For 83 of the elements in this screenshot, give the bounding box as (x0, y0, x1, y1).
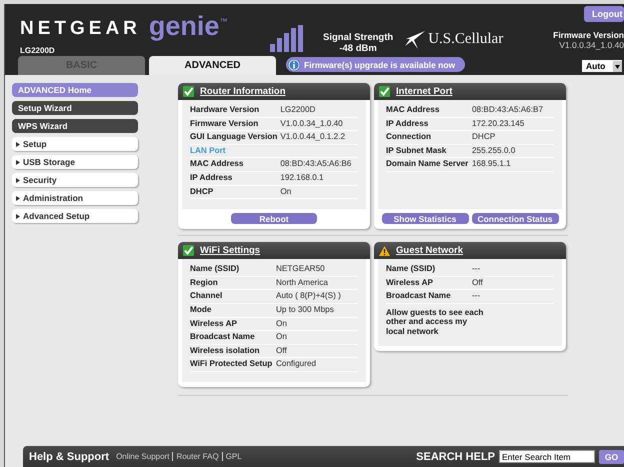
field-value: V1.0.0.44_0.1.2.2 (280, 131, 358, 145)
field-value: Configured (276, 358, 358, 372)
field-label: Wireless isolation (190, 344, 276, 358)
sidebar-item[interactable]: Security (12, 173, 138, 187)
action-button[interactable]: Show Statistics (382, 213, 468, 224)
signal-value: -48 dBm (339, 43, 377, 54)
tab[interactable]: ADVANCED (149, 56, 276, 75)
field-label: DHCP (190, 186, 280, 200)
sidebar-item[interactable]: Setup (12, 137, 138, 151)
field-value: On (276, 331, 358, 345)
card-title[interactable]: Internet Port (396, 86, 452, 97)
field-label: IP Subnet Mask (386, 144, 472, 158)
triangle-icon (16, 142, 20, 146)
field-label: Mode (190, 304, 276, 318)
brand-name: NETGEAR (20, 18, 141, 40)
field-value: 192.168.0.1 (280, 172, 358, 186)
carrier-logo: U.S.Cellular (428, 31, 504, 48)
field-label: Domain Name Server (386, 158, 472, 172)
product-name: genie (148, 13, 220, 39)
field-value: North America (276, 276, 358, 290)
field-label: Wireless AP (190, 318, 276, 332)
field-value: 172.20.23.145 (472, 118, 554, 132)
field-label: Wireless AP (386, 276, 472, 290)
triangle-icon (16, 214, 20, 218)
footer-link[interactable]: GPL (222, 452, 245, 461)
footer-link[interactable]: Router FAQ (172, 452, 222, 461)
field-label: IP Address (386, 118, 472, 132)
field-value: On (276, 318, 358, 332)
sidebar-item[interactable]: USB Storage (12, 155, 138, 169)
field-label: Channel (190, 290, 276, 304)
field-label: Connection (386, 131, 472, 145)
notice-text: Firmware(s) upgrade is available now (304, 60, 456, 70)
field-label: Region (190, 276, 276, 290)
footer-title: Help & Support (29, 450, 110, 462)
triangle-icon (16, 178, 20, 182)
field-value: Up to 300 Mbps (276, 304, 358, 318)
field-value: 168.95.1.1 (472, 158, 554, 172)
field-value: Off (472, 276, 554, 290)
field-value: 08:BD:43:A5:A6:B7 (472, 104, 554, 118)
footer-link[interactable]: Online Support (116, 452, 172, 461)
search-label: SEARCH HELP (416, 450, 495, 462)
field-value: LG2200D (280, 104, 358, 118)
field-label: GUI Language Version (190, 131, 280, 145)
action-button[interactable]: Connection Status (472, 213, 558, 224)
field-value: Off (276, 344, 358, 358)
info-icon (288, 58, 300, 70)
field-value: 255.255.0.0 (472, 144, 554, 158)
sidebar-item[interactable]: Administration (12, 191, 138, 205)
field-label: Name (SSID) (190, 263, 276, 277)
signal-bars-icon (270, 25, 303, 52)
triangle-icon (16, 160, 20, 164)
field-label: IP Address (190, 172, 280, 186)
field-label: MAC Address (386, 104, 472, 118)
field-label: MAC Address (190, 158, 280, 172)
sidebar-item[interactable]: WPS Wizard (12, 119, 138, 133)
field-label: Name (SSID) (386, 263, 472, 277)
field-value: On (280, 186, 358, 200)
model-name: LG2200D (20, 46, 55, 55)
action-button[interactable]: Reboot (231, 213, 317, 224)
triangle-icon (16, 196, 20, 200)
field-label: Broadcast Name (386, 290, 472, 304)
language-select[interactable]: Auto (582, 60, 622, 72)
firmware-value: V1.0.0.34_1.0.40 (559, 40, 624, 50)
section-heading: LAN Port (190, 144, 358, 158)
firmware-label: Firmware Version (553, 30, 624, 40)
trademark: ™ (219, 17, 228, 26)
field-value: NETGEAR50 (276, 263, 358, 277)
field-label: WiFi Protected Setup (190, 358, 276, 372)
search-field[interactable]: Enter Search Item (499, 450, 595, 463)
field-label: Broadcast Name (190, 331, 276, 345)
field-label: Hardware Version (190, 104, 280, 118)
note-text: Allow guests to see each other and access my local network (386, 306, 484, 336)
signal-label: Signal Strength (323, 32, 394, 43)
field-value: Auto ( 8(P)+4(S) ) (276, 290, 358, 304)
field-value: --- (472, 263, 554, 277)
field-value: --- (472, 290, 554, 304)
sidebar-item[interactable]: Advanced Setup (12, 209, 138, 223)
field-value: V1.0.0.34_1.0.40 (280, 118, 358, 132)
sidebar-item[interactable]: Setup Wizard (12, 101, 138, 115)
field-label: Firmware Version (190, 118, 280, 132)
field-value: 08:BD:43:A5:A6:B6 (280, 158, 358, 172)
star-logo-icon (403, 29, 426, 50)
field-value: DHCP (472, 131, 554, 145)
